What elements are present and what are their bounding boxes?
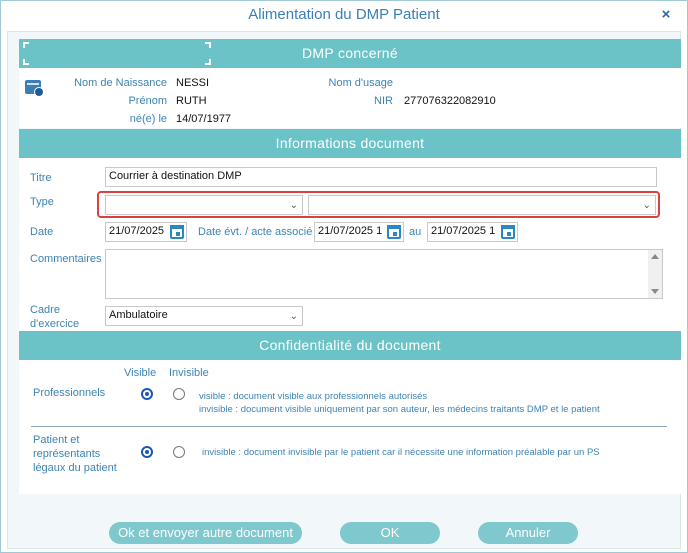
close-icon[interactable]: × [657,6,675,24]
cadre-select-value: Ambulatoire [109,309,168,321]
cadre-label-line2: d'exercice [30,318,80,330]
titre-input[interactable]: Courrier à destination DMP [105,167,657,187]
date-label: Date [30,226,54,238]
corner-bracket [205,42,211,48]
nir-value: 277076322082910 [404,95,496,107]
date-evt-from-input[interactable]: 21/07/2025 1 [314,222,404,242]
nom-usage-label: Nom d'usage [328,77,393,89]
type-label: Type [30,196,54,208]
type-select-1[interactable]: ⌄ [105,195,303,215]
corner-bracket [205,59,211,65]
patient-desc: invisible : document invisible par le pa… [202,447,600,458]
dialog-body: DMP concerné Nom de Naissance NESSI Prén… [7,31,681,549]
section-divider [31,426,667,427]
patient-card-icon[interactable] [25,80,44,97]
date-evt-from-value: 21/07/2025 1 [318,225,383,237]
conf-panel: Visible Invisible Professionnels visible… [19,360,681,494]
ok-send-another-button[interactable]: Ok et envoyer autre document [109,522,302,544]
dmp-section-header: DMP concerné [19,39,681,68]
birthdate-label: né(e) le [129,113,167,125]
commentaires-label: Commentaires [30,253,102,265]
calendar-icon[interactable] [501,225,515,239]
patient-label-line3: légaux du patient [33,462,117,474]
professionnels-label: Professionnels [33,387,106,399]
date-value: 21/07/2025 [109,225,165,237]
birthdate-value: 14/07/1977 [176,113,232,125]
doc-section-title: Informations document [275,135,425,151]
ok-button[interactable]: OK [340,522,440,544]
doc-panel: Titre Courrier à destination DMP Type ⌄ … [19,158,681,332]
titre-label: Titre [30,172,52,184]
scroll-up-icon[interactable] [651,254,659,259]
conf-section-title: Confidentialité du document [259,337,441,353]
title-bar: Alimentation du DMP Patient × [1,1,687,29]
prof-desc-visible: visible : document visible aux professio… [199,391,428,402]
nom-naissance-value: NESSI [176,77,210,89]
prof-invisible-radio[interactable] [173,388,185,400]
prof-desc-invisible: invisible : document visible uniquement … [199,404,600,415]
patient-label-line1: Patient et [33,434,80,446]
window-title: Alimentation du DMP Patient [248,6,440,23]
commentaires-textarea[interactable] [105,249,663,299]
commentaires-scrollbar[interactable] [648,250,662,298]
chevron-down-icon: ⌄ [289,200,298,211]
date-evt-to-input[interactable]: 21/07/2025 1 [427,222,518,242]
nir-label: NIR [374,95,393,107]
nom-naissance-label: Nom de Naissance [74,77,167,89]
patient-invisible-radio[interactable] [173,446,185,458]
cancel-button[interactable]: Annuler [478,522,578,544]
col-visible-header: Visible [124,367,157,379]
conf-section-header: Confidentialité du document [19,331,681,360]
patient-visible-radio[interactable] [141,446,153,458]
corner-bracket [23,42,29,48]
date-evt-label: Date évt. / acte associé [198,226,313,238]
prenom-value: RUTH [176,95,207,107]
chevron-down-icon: ⌄ [289,311,298,322]
au-label: au [409,226,422,238]
dialog-window: Alimentation du DMP Patient × DMP concer… [0,0,688,553]
corner-bracket [23,59,29,65]
prof-visible-radio[interactable] [141,388,153,400]
calendar-icon[interactable] [170,225,184,239]
patient-label-line2: représentants [33,448,101,460]
doc-section-header: Informations document [19,129,681,158]
scroll-down-icon[interactable] [651,289,659,294]
cadre-select[interactable]: Ambulatoire ⌄ [105,306,303,326]
col-invisible-header: Invisible [169,367,209,379]
date-input[interactable]: 21/07/2025 [105,222,187,242]
type-select-2[interactable]: ⌄ [308,195,656,215]
dmp-section-title: DMP concerné [302,45,398,61]
dmp-panel: Nom de Naissance NESSI Prénom RUTH né(e)… [19,68,681,128]
date-evt-to-value: 21/07/2025 1 [431,225,496,237]
chevron-down-icon: ⌄ [642,200,651,211]
calendar-icon[interactable] [387,225,401,239]
prenom-label: Prénom [128,95,167,107]
cadre-label-line1: Cadre [30,304,60,316]
